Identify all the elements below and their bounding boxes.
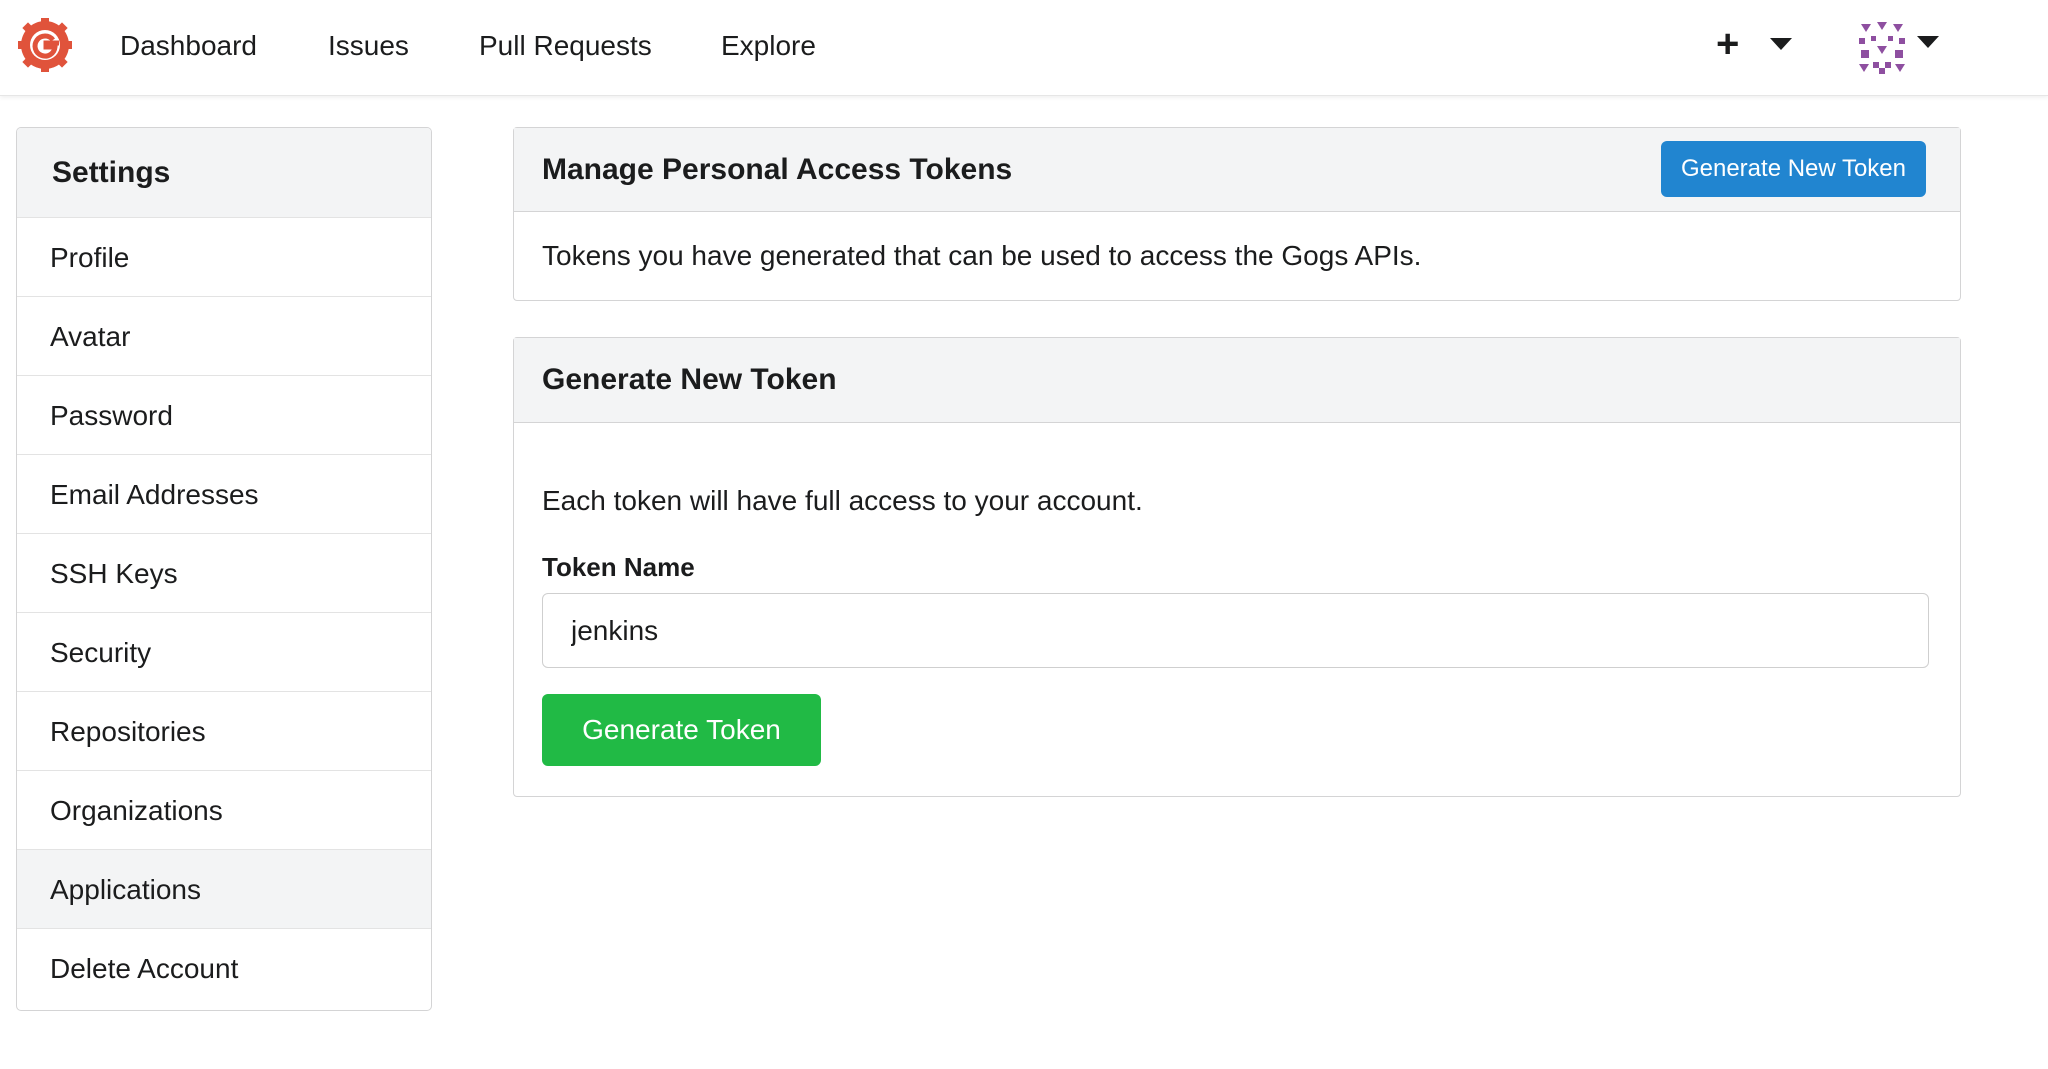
sidebar-item-avatar[interactable]: Avatar: [17, 297, 431, 376]
manage-tokens-description: Tokens you have generated that can be us…: [542, 240, 1422, 271]
create-new-dropdown[interactable]: +: [1716, 22, 1796, 66]
generate-token-description: Each token will have full access to your…: [542, 485, 1143, 516]
manage-tokens-panel: Manage Personal Access Tokens Generate N…: [513, 127, 1961, 301]
token-name-label: Token Name: [542, 552, 695, 582]
sidebar-item-profile[interactable]: Profile: [17, 218, 431, 297]
nav-dashboard-link[interactable]: Dashboard: [120, 26, 257, 66]
sidebar-item-applications[interactable]: Applications: [17, 850, 431, 929]
nav-pull-requests-link[interactable]: Pull Requests: [479, 26, 652, 66]
generate-token-header: Generate New Token: [514, 338, 1960, 423]
settings-sidebar: Settings Profile Avatar Password Email A…: [16, 127, 432, 1011]
sidebar-item-security[interactable]: Security: [17, 613, 431, 692]
caret-down-icon: [1917, 36, 1939, 48]
nav-explore-link[interactable]: Explore: [721, 26, 816, 66]
caret-down-icon: [1770, 38, 1792, 50]
manage-tokens-header: Manage Personal Access Tokens Generate N…: [514, 128, 1960, 212]
sidebar-item-email-addresses[interactable]: Email Addresses: [17, 455, 431, 534]
sidebar-item-password[interactable]: Password: [17, 376, 431, 455]
sidebar-item-organizations[interactable]: Organizations: [17, 771, 431, 850]
sidebar-item-delete-account[interactable]: Delete Account: [17, 929, 431, 1008]
manage-tokens-title: Manage Personal Access Tokens: [542, 153, 1013, 186]
generate-token-title: Generate New Token: [542, 363, 837, 396]
generate-token-form: Each token will have full access to your…: [514, 423, 1960, 797]
gogs-logo-icon[interactable]: [18, 18, 72, 72]
generate-token-panel: Generate New Token Each token will have …: [513, 337, 1961, 797]
sidebar-item-ssh-keys[interactable]: SSH Keys: [17, 534, 431, 613]
sidebar-item-repositories[interactable]: Repositories: [17, 692, 431, 771]
user-menu-dropdown[interactable]: [1855, 20, 1945, 76]
generate-new-token-button[interactable]: Generate New Token: [1660, 141, 1926, 197]
top-navbar: Dashboard Issues Pull Requests Explore +: [0, 0, 2048, 96]
generate-token-button[interactable]: Generate Token: [542, 694, 821, 766]
nav-issues-link[interactable]: Issues: [328, 26, 409, 66]
identicon-avatar: [1855, 20, 1909, 74]
sidebar-title: Settings: [17, 128, 431, 218]
plus-icon: +: [1716, 22, 1740, 66]
token-name-input[interactable]: [542, 593, 1929, 668]
